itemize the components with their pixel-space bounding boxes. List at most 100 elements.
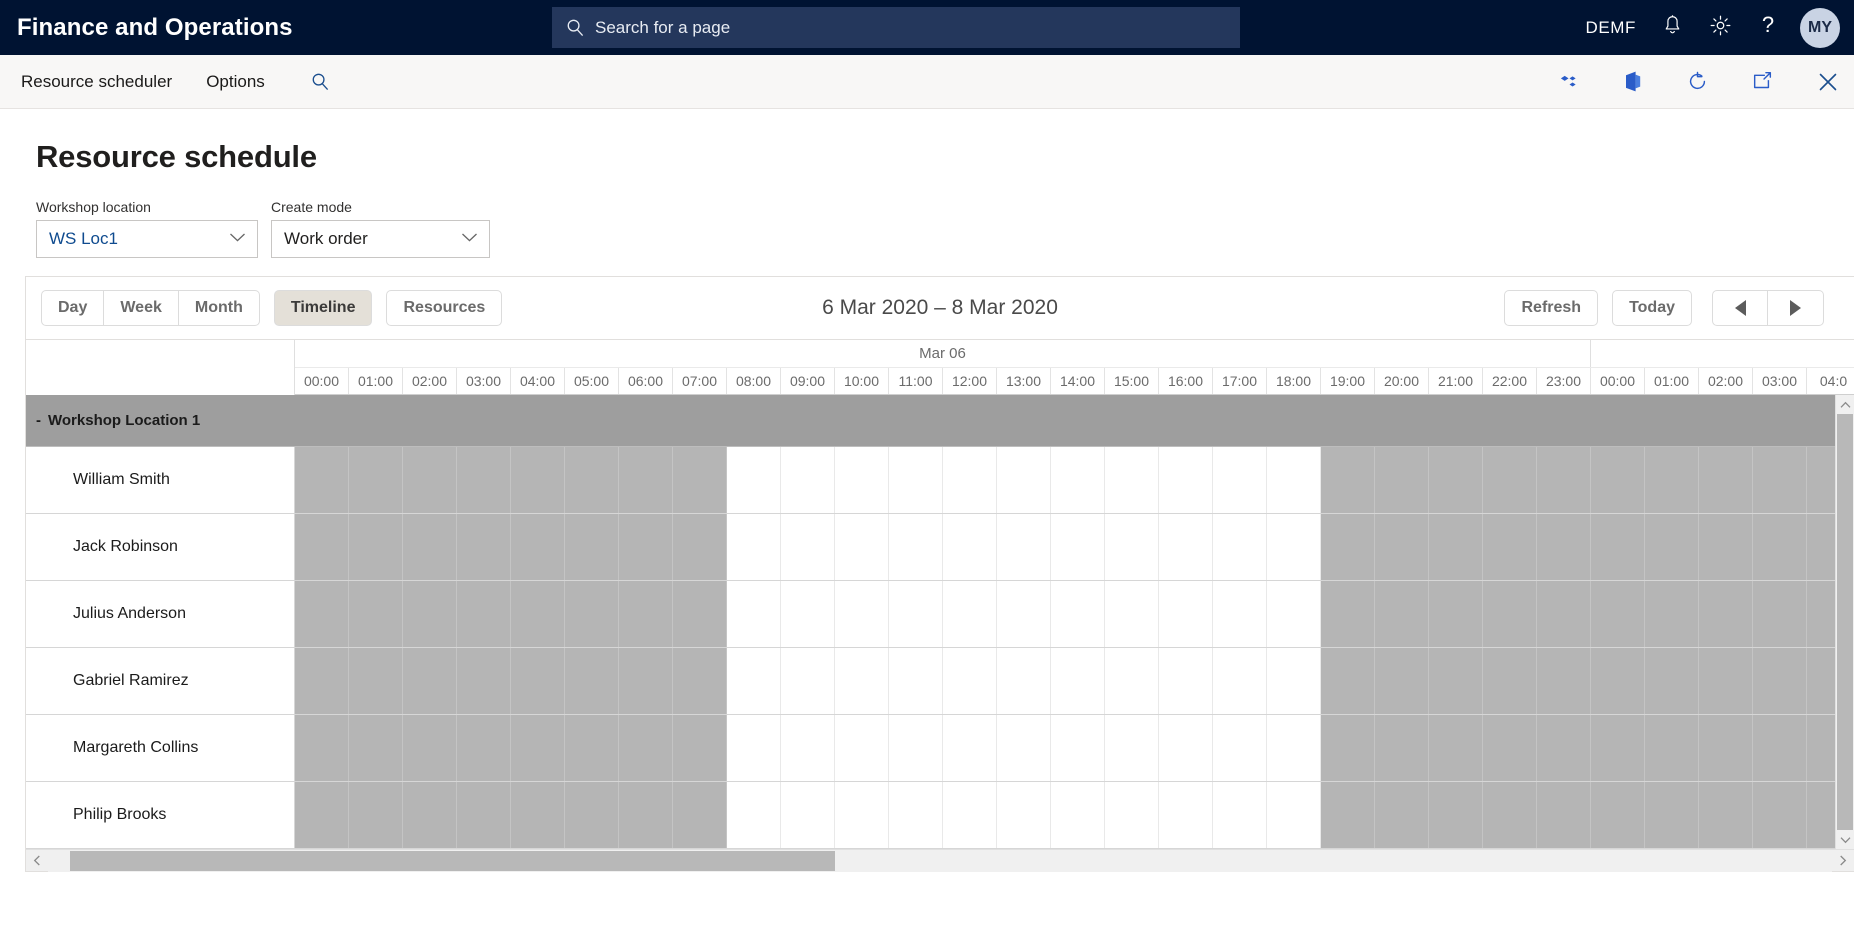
timeline-slot-offhours[interactable] xyxy=(1375,581,1429,647)
timeline-slot-offhours[interactable] xyxy=(1645,581,1699,647)
timeline-slot-offhours[interactable] xyxy=(1375,782,1429,848)
timeline-slot-working[interactable] xyxy=(1105,782,1159,848)
timeline-slot-offhours[interactable] xyxy=(1483,648,1537,714)
timeline-slot-offhours[interactable] xyxy=(619,447,673,513)
timeline-slot-offhours[interactable] xyxy=(1321,447,1375,513)
timeline-slot-offhours[interactable] xyxy=(673,581,727,647)
timeline-slot-offhours[interactable] xyxy=(1645,648,1699,714)
timeline-slot-working[interactable] xyxy=(727,648,781,714)
timeline-slot-working[interactable] xyxy=(889,447,943,513)
timeline-slot-working[interactable] xyxy=(1213,447,1267,513)
chevron-right-icon[interactable] xyxy=(1832,850,1854,872)
timeline-slot-offhours[interactable] xyxy=(1375,715,1429,781)
menu-item-options[interactable]: Options xyxy=(196,72,275,92)
timeline-slot-working[interactable] xyxy=(1213,514,1267,580)
resource-row-label[interactable]: Philip Brooks xyxy=(26,782,295,849)
timeline-slot-offhours[interactable] xyxy=(565,447,619,513)
timeline-slot-offhours[interactable] xyxy=(1537,782,1591,848)
timeline-slot-working[interactable] xyxy=(1051,715,1105,781)
timeline-slot-working[interactable] xyxy=(781,447,835,513)
bell-icon[interactable] xyxy=(1662,14,1683,41)
timeline-slot-working[interactable] xyxy=(1159,715,1213,781)
timeline-slot-offhours[interactable] xyxy=(1537,447,1591,513)
search-icon[interactable] xyxy=(311,72,330,91)
timeline-slot-working[interactable] xyxy=(943,648,997,714)
timeline-slot-offhours[interactable] xyxy=(565,715,619,781)
timeline-slot-working[interactable] xyxy=(1105,514,1159,580)
timeline-slot-working[interactable] xyxy=(889,782,943,848)
timeline-slot-offhours[interactable] xyxy=(403,648,457,714)
timeline-slot-working[interactable] xyxy=(835,648,889,714)
timeline-slot-offhours[interactable] xyxy=(511,514,565,580)
timeline-slot-offhours[interactable] xyxy=(673,782,727,848)
timeline-slot-offhours[interactable] xyxy=(349,514,403,580)
timeline-slot-working[interactable] xyxy=(1213,782,1267,848)
timeline-slot-offhours[interactable] xyxy=(1699,782,1753,848)
timeline-slot-working[interactable] xyxy=(1105,581,1159,647)
view-button-month[interactable]: Month xyxy=(178,290,260,326)
timeline-slot-offhours[interactable] xyxy=(1537,581,1591,647)
question-mark-icon[interactable]: ? xyxy=(1758,12,1778,42)
timeline-slot-working[interactable] xyxy=(1105,648,1159,714)
timeline-slot-offhours[interactable] xyxy=(1321,715,1375,781)
timeline-slot-offhours[interactable] xyxy=(619,581,673,647)
timeline-slot-working[interactable] xyxy=(997,715,1051,781)
create-mode-select[interactable]: Work order xyxy=(271,220,490,258)
chevron-left-icon[interactable] xyxy=(26,850,48,872)
timeline-slot-working[interactable] xyxy=(835,514,889,580)
timeline-slot-offhours[interactable] xyxy=(1645,514,1699,580)
group-collapse-toggle[interactable]: - xyxy=(36,412,41,429)
timeline-slot-offhours[interactable] xyxy=(511,447,565,513)
timeline-slot-offhours[interactable] xyxy=(403,715,457,781)
timeline-slot-working[interactable] xyxy=(1213,715,1267,781)
timeline-slot-offhours[interactable] xyxy=(1699,648,1753,714)
timeline-slot-working[interactable] xyxy=(1159,514,1213,580)
timeline-slot-working[interactable] xyxy=(1159,648,1213,714)
timeline-slot-offhours[interactable] xyxy=(349,581,403,647)
timeline-slot-offhours[interactable] xyxy=(1429,581,1483,647)
timeline-slot-offhours[interactable] xyxy=(1699,514,1753,580)
timeline-slot-working[interactable] xyxy=(1213,648,1267,714)
timeline-slot-offhours[interactable] xyxy=(295,447,349,513)
timeline-slot-working[interactable] xyxy=(1159,581,1213,647)
timeline-slot-working[interactable] xyxy=(835,782,889,848)
timeline-slot-working[interactable] xyxy=(943,581,997,647)
timeline-slot-offhours[interactable] xyxy=(1753,715,1807,781)
vertical-scrollbar[interactable] xyxy=(1835,395,1854,849)
timeline-slot-offhours[interactable] xyxy=(1591,581,1645,647)
timeline-slot-offhours[interactable] xyxy=(619,715,673,781)
view-button-week[interactable]: Week xyxy=(104,290,179,326)
timeline-slot-working[interactable] xyxy=(727,514,781,580)
timeline-slot-offhours[interactable] xyxy=(403,581,457,647)
timeline-slot-working[interactable] xyxy=(997,782,1051,848)
timeline-slot-working[interactable] xyxy=(1051,581,1105,647)
timeline-slot-offhours[interactable] xyxy=(349,648,403,714)
today-button[interactable]: Today xyxy=(1612,290,1692,326)
timeline-slot-offhours[interactable] xyxy=(1753,447,1807,513)
timeline-slot-offhours[interactable] xyxy=(673,648,727,714)
group-header-row[interactable]: - Workshop Location 1 xyxy=(26,395,295,447)
timeline-slot-offhours[interactable] xyxy=(1537,715,1591,781)
timeline-slot-offhours[interactable] xyxy=(457,648,511,714)
timeline-slot-working[interactable] xyxy=(1267,782,1321,848)
timeline-slot-offhours[interactable] xyxy=(1429,715,1483,781)
horizontal-scrollbar[interactable] xyxy=(26,849,1854,872)
timeline-slot-offhours[interactable] xyxy=(403,447,457,513)
timeline-slot-working[interactable] xyxy=(781,581,835,647)
timeline-slot-offhours[interactable] xyxy=(1591,782,1645,848)
timeline-slot-offhours[interactable] xyxy=(565,648,619,714)
timeline-slot-offhours[interactable] xyxy=(1645,447,1699,513)
timeline-slot-offhours[interactable] xyxy=(295,782,349,848)
timeline-slot-working[interactable] xyxy=(889,514,943,580)
timeline-slot-working[interactable] xyxy=(727,715,781,781)
timeline-slot-offhours[interactable] xyxy=(673,447,727,513)
timeline-slot-offhours[interactable] xyxy=(1591,514,1645,580)
timeline-slot-working[interactable] xyxy=(1267,648,1321,714)
next-period-button[interactable] xyxy=(1768,290,1824,326)
timeline-slot-offhours[interactable] xyxy=(457,782,511,848)
global-search-box[interactable]: Search for a page xyxy=(552,7,1240,48)
timeline-slot-working[interactable] xyxy=(1213,581,1267,647)
timeline-slot-working[interactable] xyxy=(781,715,835,781)
timeline-slot-offhours[interactable] xyxy=(511,782,565,848)
timeline-slot-offhours[interactable] xyxy=(1375,648,1429,714)
